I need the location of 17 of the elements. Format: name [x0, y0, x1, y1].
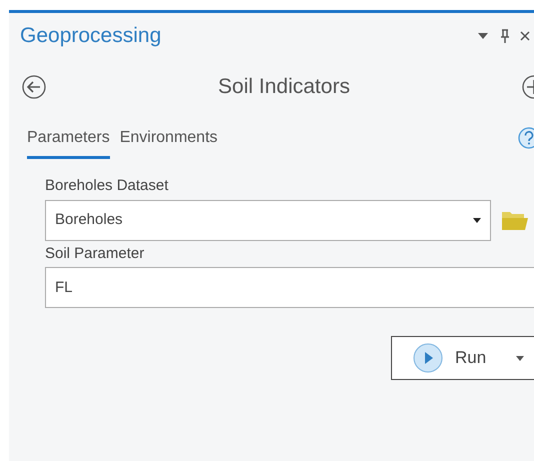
parameter-label: Soil Parameter — [45, 244, 146, 264]
input-field[interactable]: FL — [45, 267, 534, 308]
tool-title: Soil Indicators — [218, 74, 350, 100]
dropdown-icon[interactable] — [478, 33, 488, 39]
pin-icon[interactable] — [500, 29, 510, 43]
tab[interactable]: Environments — [120, 126, 218, 159]
back-icon[interactable] — [22, 75, 46, 99]
help-icon[interactable] — [518, 127, 534, 149]
play-icon — [413, 343, 443, 373]
tab[interactable]: Parameters — [27, 126, 110, 159]
parameter-label: Boreholes Dataset — [45, 176, 170, 196]
pane-title: Geoprocessing — [20, 23, 162, 50]
caret-icon — [473, 218, 481, 222]
run-button[interactable]: Run — [391, 336, 534, 380]
caret-icon — [516, 356, 524, 360]
close-icon[interactable] — [520, 31, 530, 41]
dataset-dropdown[interactable]: Boreholes — [45, 200, 491, 240]
